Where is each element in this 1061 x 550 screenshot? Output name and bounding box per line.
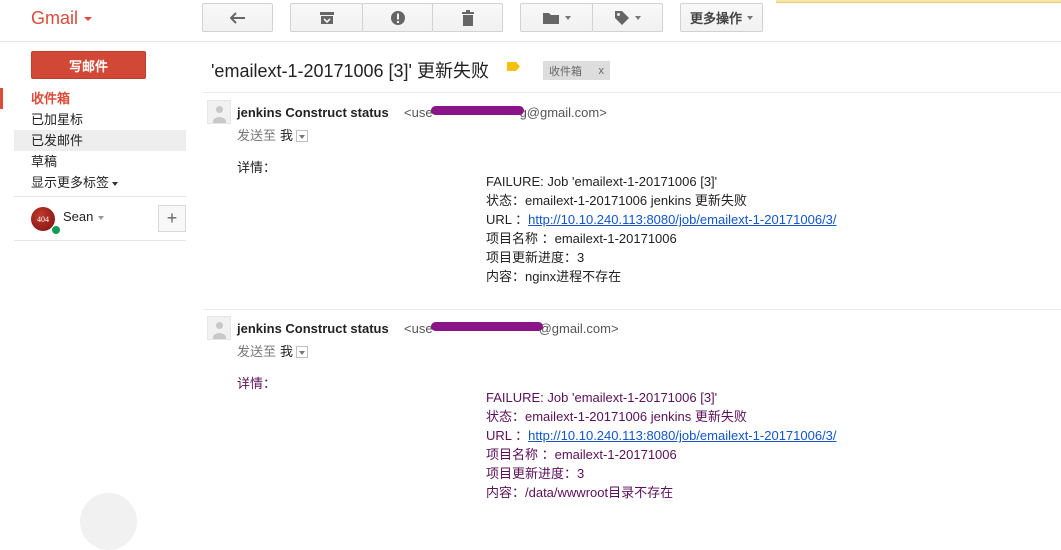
tag-icon (615, 10, 629, 25)
sender-name: jenkins Construct status (237, 105, 389, 120)
sender-avatar (207, 316, 231, 340)
person-icon (216, 322, 223, 329)
move-to-button[interactable] (520, 3, 593, 32)
redaction-mark (430, 322, 543, 332)
header-divider (203, 92, 1061, 93)
job-url-link[interactable]: http://10.10.240.113:8080/job/emailext-1… (528, 212, 836, 227)
nav-item-more-labels[interactable]: 显示更多标签 (14, 172, 186, 193)
more-actions-label: 更多操作 (689, 11, 742, 26)
chevron-down-icon (635, 15, 641, 20)
back-button[interactable] (202, 3, 273, 32)
content-line: 内容：/data/wwwroot目录不存在 (486, 485, 674, 500)
nav-item-sent[interactable]: 已发邮件 (14, 130, 186, 151)
nav-item-starred[interactable]: 已加星标 (14, 109, 186, 130)
url-line: URL ：http://10.10.240.113:8080/job/email… (486, 428, 837, 443)
alert-icon (390, 10, 405, 25)
user-name-label: Sean (63, 209, 94, 224)
thread-subject: 'emailext-1-20171006 [3]' 更新失败 (211, 61, 489, 81)
avatar-text: 404 (37, 214, 49, 224)
sender-email: <use g@gmail.com> (404, 105, 607, 120)
notification-bar (776, 0, 1061, 3)
recipient-me: 我 (280, 344, 294, 359)
project-line: 项目名称 ：emailext-1-20171006 (486, 231, 677, 246)
progress-line: 项目更新进度：3 (486, 466, 585, 481)
label-chip-text: 收件箱 (549, 65, 582, 78)
url-line: URL ：http://10.10.240.113:8080/job/email… (486, 212, 837, 227)
message-divider (203, 309, 1061, 310)
redaction-mark (430, 106, 524, 116)
nav-item-inbox[interactable]: 收件箱 (14, 88, 186, 109)
compose-button[interactable]: 写邮件 (31, 51, 146, 79)
compose-label: 写邮件 (68, 58, 108, 74)
sender-avatar (207, 100, 231, 124)
message-body: FAILURE: Job 'emailext-1-20171006 [3]' 状… (486, 388, 837, 502)
archive-icon (319, 11, 334, 24)
floating-circle (80, 493, 137, 550)
back-arrow-icon (229, 11, 245, 24)
hangouts-user[interactable]: Sean (63, 209, 105, 224)
top-bar: Gmail 更多操作 (0, 0, 1061, 42)
chevron-down-icon (112, 181, 119, 186)
recipients-line: 发送至我 (237, 125, 309, 144)
sender-name: jenkins Construct status (237, 321, 389, 336)
label-chip-inbox: 收件箱 x (543, 61, 610, 80)
nav-item-drafts[interactable]: 草稿 (14, 151, 186, 172)
show-details-button[interactable] (296, 129, 309, 142)
detail-label: 详情： (237, 376, 277, 391)
folder-icon (543, 12, 559, 24)
delete-button[interactable] (432, 3, 503, 32)
online-status-icon (51, 225, 61, 235)
detail-label: 详情： (237, 160, 277, 175)
nav-item-label: 显示更多标签 (31, 175, 110, 190)
nav-item-label: 已加星标 (31, 112, 84, 127)
person-icon (216, 106, 223, 113)
status-line: 状态：emailext-1-20171006 jenkins 更新失败 (486, 409, 747, 424)
more-actions-button[interactable]: 更多操作 (680, 3, 763, 32)
chevron-down-icon (565, 15, 571, 20)
chevron-down-icon (98, 215, 105, 220)
failure-line: FAILURE: Job 'emailext-1-20171006 [3]' (486, 390, 718, 405)
project-line: 项目名称 ：emailext-1-20171006 (486, 447, 677, 462)
nav-item-label: 已发邮件 (31, 133, 84, 148)
add-contact-button[interactable]: + (158, 205, 186, 232)
chevron-down-icon (84, 17, 93, 22)
failure-line: FAILURE: Job 'emailext-1-20171006 [3]' (486, 174, 718, 189)
important-marker-icon[interactable] (507, 62, 520, 71)
remove-label-button[interactable]: x (599, 65, 605, 77)
recipient-me: 我 (280, 128, 294, 143)
recipients-line: 发送至我 (237, 341, 309, 360)
progress-line: 项目更新进度：3 (486, 250, 585, 265)
status-line: 状态：emailext-1-20171006 jenkins 更新失败 (486, 193, 747, 208)
chevron-down-icon (747, 15, 753, 20)
content-line: 内容：nginx进程不存在 (486, 269, 622, 284)
show-details-button[interactable] (296, 345, 309, 358)
gmail-menu[interactable]: Gmail (31, 8, 93, 29)
app-name: Gmail (31, 8, 79, 28)
report-spam-button[interactable] (362, 3, 433, 32)
nav-divider (14, 240, 186, 241)
sender-email: <use @gmail.com> (404, 321, 619, 336)
labels-button[interactable] (592, 3, 663, 32)
nav-divider (14, 196, 186, 197)
job-url-link[interactable]: http://10.10.240.113:8080/job/emailext-1… (528, 428, 836, 443)
trash-icon (461, 9, 474, 26)
nav-item-label: 草稿 (31, 154, 58, 169)
message-body: FAILURE: Job 'emailext-1-20171006 [3]' 状… (486, 172, 837, 286)
nav-item-label: 收件箱 (31, 91, 71, 106)
plus-icon: + (166, 208, 178, 228)
active-nav-indicator (0, 88, 3, 109)
archive-button[interactable] (290, 3, 363, 32)
